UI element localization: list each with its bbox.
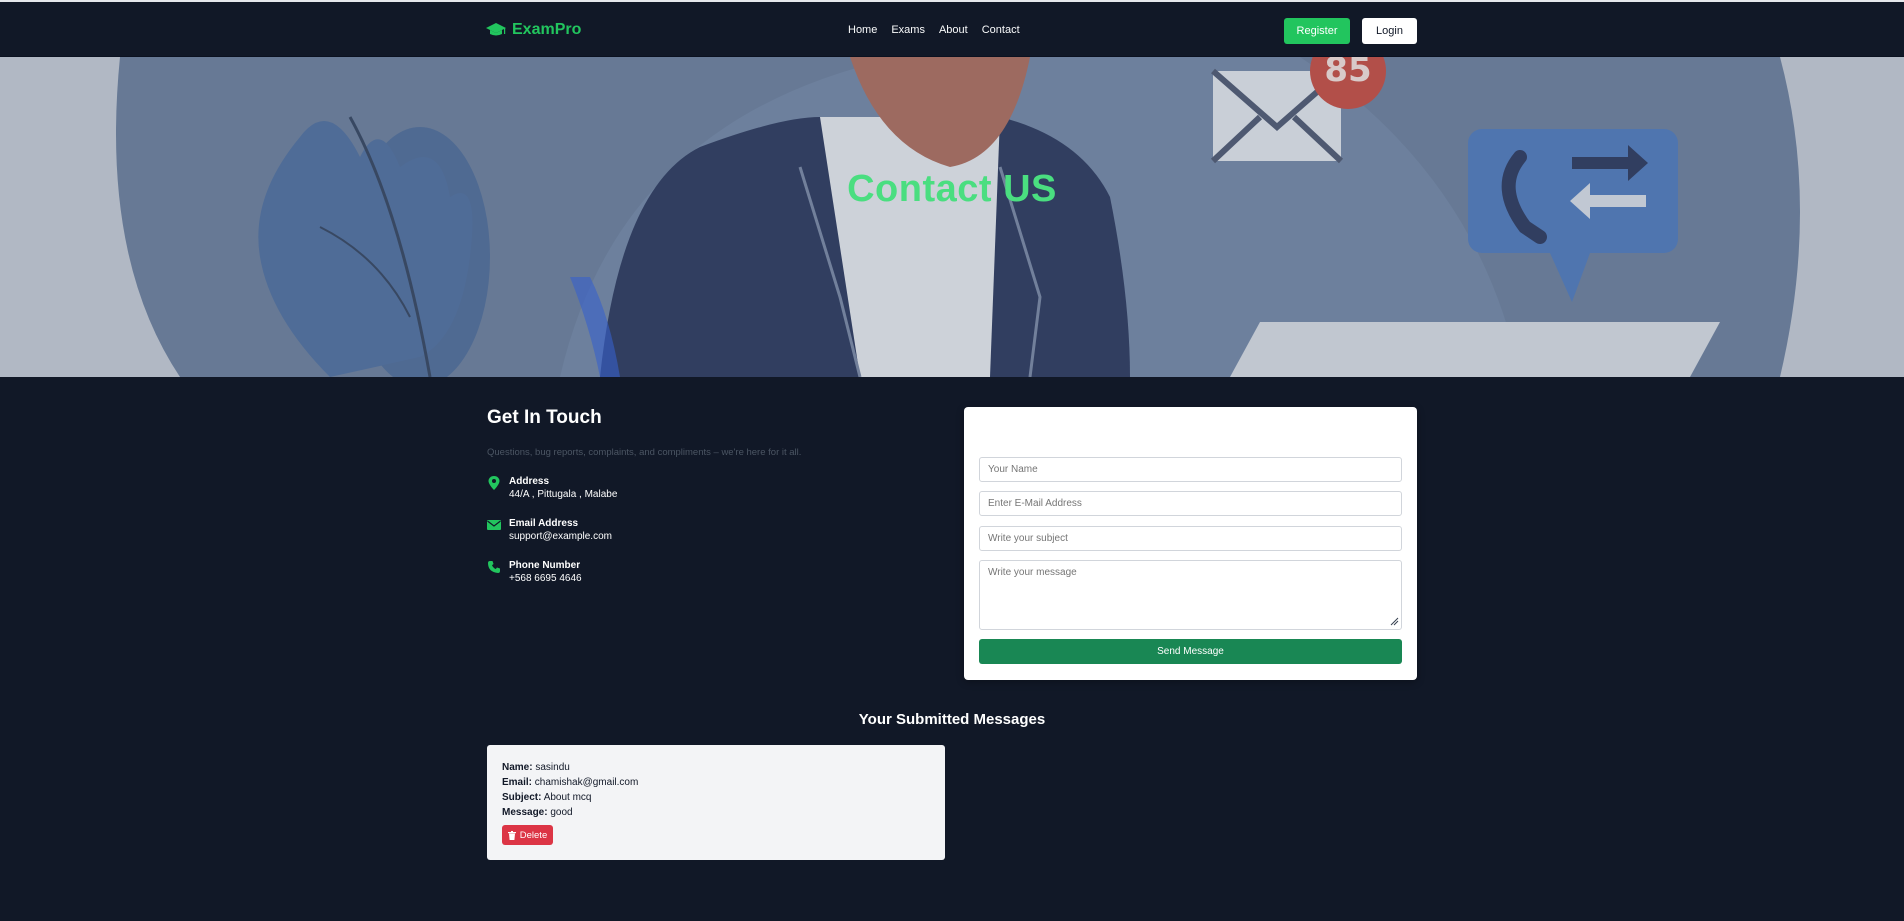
address-info: Address 44/A , Pittugala , Malabe <box>487 475 617 501</box>
phone-icon <box>488 561 500 573</box>
hero-banner: 85 Contact US <box>0 57 1904 377</box>
submitted-messages-title: Your Submitted Messages <box>858 711 1046 728</box>
map-pin-icon <box>488 476 500 490</box>
email-info: Email Address support@example.com <box>487 517 612 543</box>
message-card: Name: sasindu Email: chamishak@gmail.com… <box>487 745 945 860</box>
message-email-label: Email: <box>502 777 533 788</box>
message-subject-value: About mcq <box>543 792 592 803</box>
login-button[interactable]: Login <box>1362 18 1417 44</box>
envelope-icon <box>487 520 501 530</box>
nav-links: Home Exams About Contact <box>848 24 1020 36</box>
get-in-touch-subtitle: Questions, bug reports, complaints, and … <box>487 447 802 458</box>
message-name-label: Name: <box>502 762 533 773</box>
phone-label: Phone Number <box>509 560 581 571</box>
get-in-touch-title: Get In Touch <box>487 407 602 428</box>
send-message-button[interactable]: Send Message <box>979 639 1402 664</box>
email-value: support@example.com <box>509 531 612 542</box>
nav-link-exams[interactable]: Exams <box>891 24 925 36</box>
resize-handle-icon[interactable] <box>1390 617 1399 626</box>
message-body-row: Message: good <box>502 807 573 818</box>
hero-title: Contact US <box>847 168 1057 210</box>
address-value: 44/A , Pittugala , Malabe <box>509 489 618 500</box>
email-input[interactable] <box>979 491 1402 516</box>
subject-input[interactable] <box>979 526 1402 551</box>
message-body-value: good <box>550 807 573 818</box>
hero-illustration: 85 <box>0 57 1904 377</box>
phone-info: Phone Number +568 6695 4646 <box>487 559 582 585</box>
delete-label: Delete <box>519 829 548 841</box>
nav-link-home[interactable]: Home <box>848 24 877 36</box>
graduation-cap-icon <box>486 23 506 36</box>
navbar: ExamPro Home Exams About Contact Registe… <box>0 2 1904 57</box>
nav-link-contact[interactable]: Contact <box>982 24 1020 36</box>
message-email-row: Email: chamishak@gmail.com <box>502 777 638 788</box>
trash-icon <box>507 830 516 840</box>
phone-value: +568 6695 4646 <box>509 573 582 584</box>
register-button[interactable]: Register <box>1284 18 1350 44</box>
message-name-row: Name: sasindu <box>502 762 570 773</box>
nav-link-about[interactable]: About <box>939 24 968 36</box>
name-input[interactable] <box>979 457 1402 482</box>
message-textarea[interactable] <box>979 560 1402 630</box>
message-subject-row: Subject: About mcq <box>502 792 592 803</box>
brand-logo[interactable]: ExamPro <box>486 21 581 39</box>
brand-name: ExamPro <box>512 21 582 38</box>
delete-message-button[interactable]: Delete <box>502 825 553 845</box>
message-subject-label: Subject: <box>502 792 542 803</box>
message-body-label: Message: <box>502 807 548 818</box>
message-name-value: sasindu <box>535 762 570 773</box>
email-label: Email Address <box>509 518 579 529</box>
address-label: Address <box>509 476 550 487</box>
contact-form: Send Message <box>964 407 1417 680</box>
message-email-value: chamishak@gmail.com <box>534 777 639 788</box>
